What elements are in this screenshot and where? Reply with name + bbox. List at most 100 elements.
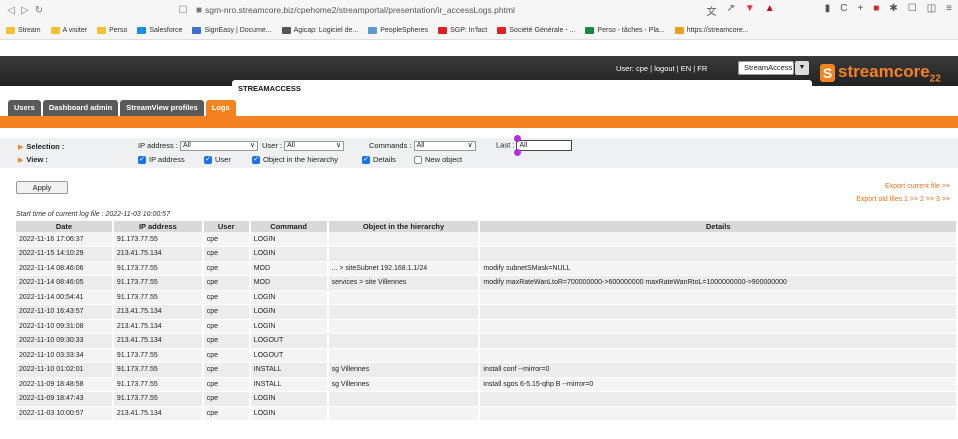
export-old-links[interactable]: Export old files 1 >> 2 >> 3 >>: [856, 196, 950, 203]
bookmark-item[interactable]: SGP: In'fact: [438, 26, 488, 34]
table-row: 2022-11-09 18:47:43 91.173.77.55 cpe LOGIN: [16, 391, 958, 407]
view-ip-option[interactable]: ✓ IP address: [138, 155, 185, 165]
translate-icon[interactable]: 文: [707, 3, 717, 18]
view-object-option[interactable]: ✓ Object in the hierarchy: [252, 155, 338, 165]
cell-object: [327, 304, 481, 320]
checkbox-checked-icon[interactable]: ✓: [252, 156, 260, 165]
col-date: Date: [16, 221, 114, 232]
product-select[interactable]: StreamAccess: [738, 61, 794, 75]
cell-command: LOGIN: [249, 246, 329, 262]
cell-ip: 91.173.77.55: [112, 232, 204, 247]
cell-command: MOD: [249, 261, 329, 276]
bookmark-item[interactable]: Perso - tâches - Pla...: [585, 26, 665, 34]
filter-panel: ▶Selection : ▶View : IP address : All Us…: [0, 135, 958, 168]
address-bar[interactable]: sgm-nro.streamcore.biz/cpehome2/streampo…: [205, 5, 515, 15]
ip-filter-select[interactable]: All: [179, 141, 258, 152]
reload-icon[interactable]: ↻: [32, 5, 46, 16]
logo-icon: S: [820, 63, 835, 82]
cell-ip: 91.173.77.55: [112, 290, 204, 305]
commands-filter: Commands : All: [369, 141, 476, 152]
checkbox-checked-icon[interactable]: ✓: [362, 156, 370, 165]
cell-command: LOGIN: [249, 290, 329, 305]
checkbox-unchecked-icon[interactable]: [414, 156, 422, 165]
orange-divider: [0, 116, 958, 128]
table-row: 2022-11-14 08:46:05 91.173.77.55 cpe MOD ser…: [16, 275, 958, 291]
view-user-option[interactable]: ✓ User: [204, 155, 231, 165]
cell-ip: 91.173.77.55: [112, 275, 204, 291]
cell-date: 2022-11-14 08:46:05: [16, 275, 114, 291]
window-icon[interactable]: ☐: [908, 3, 917, 18]
cell-date: 2022-11-03 10:00:57: [16, 406, 114, 421]
apply-button[interactable]: Apply: [16, 181, 68, 194]
cell-details: [479, 290, 958, 305]
bookmark-item[interactable]: SignEasy | Docume...: [192, 26, 272, 34]
view-label: View :: [26, 155, 48, 164]
cell-date: 2022-11-10 09:31:08: [16, 319, 114, 334]
bookmark-item[interactable]: Perso: [97, 26, 127, 34]
table-row: 2022-11-14 00:54:41 91.173.77.55 cpe LOGIN: [16, 290, 958, 305]
shield-icon[interactable]: ▼: [745, 3, 755, 18]
last-input[interactable]: All: [516, 140, 573, 151]
ip-filter-label: IP address :: [138, 141, 178, 150]
cell-date: 2022-11-14 08:46:06: [16, 261, 114, 276]
tab-users[interactable]: Users: [8, 100, 41, 116]
bookmark-icon: [674, 26, 684, 34]
back-icon[interactable]: ◁: [4, 5, 18, 16]
sidebar-icon[interactable]: ◫: [927, 3, 936, 18]
cell-command: MOD: [249, 275, 329, 291]
view-newobject-label: New object: [425, 155, 463, 164]
bookmark-item[interactable]: A visiter: [50, 26, 87, 34]
bookmark-icon: [137, 26, 147, 34]
extension-icon-2[interactable]: C: [840, 3, 847, 18]
bookmark-item[interactable]: Agicap: Logiciel de...: [281, 26, 358, 34]
user-filter-select[interactable]: All: [284, 141, 345, 152]
commands-filter-select[interactable]: All: [413, 141, 476, 152]
cell-date: 2022-11-09 18:47:43: [16, 391, 114, 407]
logo-text: streamcore: [838, 62, 930, 81]
bookmark-label: Stream: [18, 26, 41, 34]
cell-details: [479, 246, 958, 262]
extension-icon-3[interactable]: +: [857, 3, 863, 18]
menu-icon[interactable]: ≡: [946, 3, 952, 18]
cell-command: LOGOUT: [249, 348, 329, 363]
puzzle-icon[interactable]: ✱: [889, 3, 897, 18]
cell-object: [327, 391, 481, 407]
alert-icon[interactable]: ▲: [765, 3, 775, 18]
bookmark-item[interactable]: PeopleSpheres: [368, 26, 429, 34]
cell-user: cpe: [202, 319, 251, 334]
user-links[interactable]: User: cpe | logout | EN | FR: [616, 64, 707, 73]
table-row: 2022-11-10 16:43:57 213.41.75.134 cpe LOGIN: [16, 304, 958, 320]
view-newobject-option[interactable]: New object: [414, 155, 463, 165]
bookmark-label: SGP: In'fact: [450, 26, 488, 34]
bookmark-label: https://streamcore...: [686, 26, 749, 34]
tab-logs[interactable]: Logs: [205, 100, 236, 116]
bookmark-item[interactable]: Stream: [6, 26, 41, 34]
bookmark-item[interactable]: Société Générale - ...: [497, 26, 575, 34]
cell-ip: 91.173.77.55: [112, 261, 204, 276]
bookmark-item[interactable]: Salesforce: [137, 26, 182, 34]
forward-icon[interactable]: ▷: [18, 5, 32, 16]
checkbox-checked-icon[interactable]: ✓: [138, 156, 146, 165]
extension-icon-4[interactable]: ■: [873, 3, 879, 18]
view-details-option[interactable]: ✓ Details: [362, 155, 396, 165]
checkbox-checked-icon[interactable]: ✓: [204, 156, 212, 165]
view-details-label: Details: [373, 155, 396, 164]
triangle-icon: ▶: [18, 157, 24, 164]
bookmark-label: PeopleSpheres: [380, 26, 429, 34]
export-current-link[interactable]: Export current file >>: [885, 183, 950, 190]
tab-dashboard-admin[interactable]: Dashboard admin: [42, 100, 119, 116]
cell-ip: 91.173.77.55: [112, 377, 204, 392]
browser-toolbar: ◁ ▷ ↻ ☐ ■ sgm-nro.streamcore.biz/cpehome…: [0, 0, 958, 21]
share-icon[interactable]: ↗: [727, 3, 735, 18]
cell-ip: 91.173.77.55: [112, 348, 204, 363]
cell-date: 2022-11-10 01:02:01: [16, 362, 114, 378]
streamcore-logo: Sstreamcore22: [820, 62, 941, 84]
extension-icon[interactable]: ▮: [825, 3, 831, 18]
chevron-down-icon[interactable]: ▼: [795, 61, 809, 75]
cell-date: 2022-11-09 18:48:58: [16, 377, 114, 392]
cell-command: INSTALL: [249, 362, 329, 378]
tab-streamview-profiles[interactable]: StreamView profiles: [120, 100, 204, 116]
bookmark-page-icon[interactable]: ☐: [176, 5, 190, 16]
cell-object: [327, 348, 481, 363]
bookmark-item[interactable]: https://streamcore...: [674, 26, 749, 34]
